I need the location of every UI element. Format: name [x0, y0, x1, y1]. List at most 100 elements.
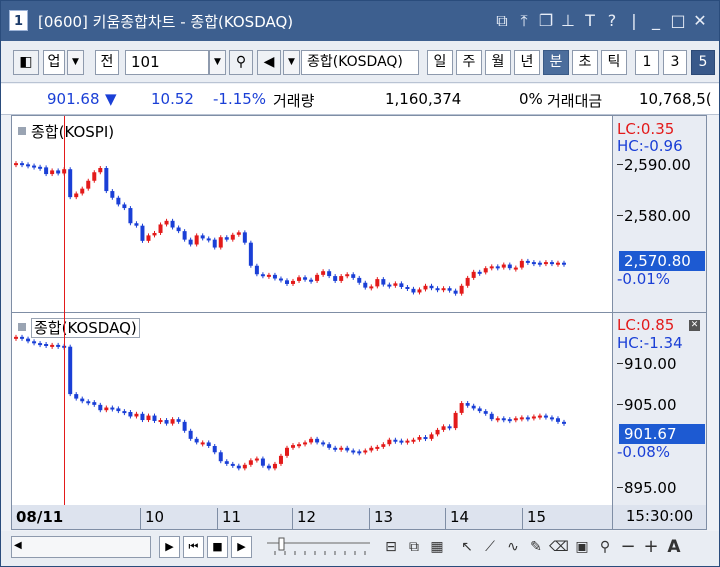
period-minute-button[interactable]: 분	[543, 50, 569, 75]
minimize-icon[interactable]: _	[645, 9, 667, 33]
amount-label: 거래대금	[547, 92, 603, 110]
image-tool-icon[interactable]: ▣	[572, 536, 592, 558]
candle-body	[242, 464, 247, 469]
candle-body	[110, 407, 115, 410]
candle-body	[110, 191, 115, 198]
kospi-label-text: 종합(KOSPI)	[31, 123, 115, 141]
screenshot-icon[interactable]: ⊟	[381, 536, 401, 558]
kospi-plot[interactable]	[12, 116, 612, 312]
down-arrow-icon: ▼	[105, 90, 117, 108]
candle-body	[260, 274, 265, 277]
candle-body	[369, 286, 374, 289]
window-split-icon[interactable]: ⧉	[404, 536, 424, 558]
chart-scrollbar[interactable]: ◀	[11, 536, 151, 558]
candle-body	[134, 223, 139, 226]
candle-body	[176, 419, 181, 422]
candle-body	[212, 239, 217, 248]
interval-3-button[interactable]: 3	[663, 50, 687, 75]
title-bar[interactable]: 1 [0600] 키움종합차트 - 종합(KOSDAQ) ⧉ ⤒ ❐ ⊥ T ?…	[1, 1, 719, 41]
period-month-button[interactable]: 월	[485, 50, 511, 75]
cursor-tool-icon[interactable]: ↖	[457, 536, 477, 558]
candle-body	[537, 415, 542, 418]
stamp-icon[interactable]: ⊥	[557, 9, 579, 33]
step-forward-button[interactable]: ▶	[159, 536, 180, 558]
zoom-in-icon[interactable]: +	[641, 536, 661, 558]
candle-body	[555, 262, 560, 265]
previous-button[interactable]: 전	[95, 50, 119, 75]
candle-body	[68, 169, 73, 198]
stop-button[interactable]: ■	[207, 536, 228, 558]
candle-body	[50, 170, 55, 175]
kosdaq-plot[interactable]	[12, 313, 612, 505]
draw-tool-icon[interactable]: ✎	[526, 536, 546, 558]
kospi-panel-label[interactable]: 종합(KOSPI)	[18, 121, 114, 142]
candle-body	[435, 288, 440, 291]
speaker-icon[interactable]: ◀	[257, 50, 281, 75]
current-time-label: 15:30:00	[612, 505, 706, 529]
scroll-left-icon[interactable]: ◀	[14, 540, 22, 551]
interval-1-button[interactable]: 1	[635, 50, 659, 75]
play-button[interactable]: ▶	[231, 536, 252, 558]
chart-window: 1 [0600] 키움종합차트 - 종합(KOSDAQ) ⧉ ⤒ ❐ ⊥ T ?…	[0, 0, 720, 567]
period-tick-button[interactable]: 틱	[601, 50, 627, 75]
interval-5-button[interactable]: 5	[691, 50, 715, 75]
link-window-icon[interactable]: ⧉	[491, 9, 513, 33]
candle-body	[122, 204, 127, 209]
font-size-icon[interactable]: T	[579, 9, 601, 33]
market-dropdown-icon[interactable]: ▼	[67, 50, 84, 75]
zoom-out-icon[interactable]: −	[618, 536, 638, 558]
candle-body	[170, 419, 175, 424]
candle-body	[92, 402, 97, 405]
candle-body	[453, 412, 458, 429]
candle-body	[182, 231, 187, 240]
period-week-button[interactable]: 주	[456, 50, 482, 75]
search-icon[interactable]: ⚲	[229, 50, 253, 75]
maximize-icon[interactable]: □	[667, 9, 689, 33]
candle-body	[128, 208, 133, 224]
candle-body	[50, 344, 55, 347]
speaker-dropdown-icon[interactable]: ▼	[283, 50, 300, 75]
candle-body	[303, 277, 308, 280]
code-input[interactable]: 101	[125, 50, 209, 75]
candle-body	[122, 411, 127, 414]
trend-line-icon[interactable]: ⟋	[480, 536, 500, 558]
auto-scale-icon[interactable]: A	[664, 536, 684, 558]
kosdaq-panel-label[interactable]: 종합(KOSDAQ)	[18, 317, 140, 338]
symbol-name-field[interactable]: 종합(KOSDAQ)	[301, 50, 419, 75]
candle-body	[200, 442, 205, 445]
candle-body	[218, 452, 223, 462]
candle-body	[56, 170, 61, 174]
candle-body	[375, 279, 380, 287]
magnifier-icon[interactable]: ⚲	[595, 536, 615, 558]
kosdaq-panel[interactable]: 종합(KOSDAQ)	[12, 313, 612, 505]
period-day-button[interactable]: 일	[427, 50, 453, 75]
close-icon[interactable]: ✕	[689, 9, 711, 33]
candle-body	[459, 285, 464, 294]
close-panel-icon[interactable]: ✕	[689, 320, 700, 331]
zoom-slider[interactable]	[265, 537, 375, 559]
candle-body	[284, 280, 289, 284]
pin-top-icon[interactable]: ⤒	[513, 9, 535, 33]
duplicate-window-icon[interactable]: ❐	[535, 9, 557, 33]
chart-area[interactable]: 종합(KOSPI) LC:0.35 HC:-0.96 2,590.00 2,58…	[11, 115, 707, 505]
help-icon[interactable]: ?	[601, 9, 623, 33]
candle-body	[158, 224, 163, 233]
kosdaq-hc-label: HC:-1.34	[617, 334, 683, 352]
code-dropdown-icon[interactable]: ▼	[209, 50, 226, 75]
rewind-button[interactable]: ⏮	[183, 536, 204, 558]
wave-tool-icon[interactable]: ∿	[503, 536, 523, 558]
candle-body	[327, 444, 332, 448]
erase-tool-icon[interactable]: ⌫	[549, 536, 569, 558]
candle-body	[483, 268, 488, 273]
candle-body	[315, 274, 320, 281]
window-title: [0600] 키움종합차트 - 종합(KOSDAQ)	[38, 13, 294, 31]
grid-icon[interactable]: ▦	[427, 536, 447, 558]
panel-toggle-icon[interactable]: ◧	[13, 50, 39, 75]
market-select[interactable]: 업	[43, 50, 65, 75]
kospi-panel[interactable]: 종합(KOSPI)	[12, 116, 612, 312]
kospi-current-pct: -0.01%	[617, 270, 671, 288]
period-year-button[interactable]: 년	[514, 50, 540, 75]
period-second-button[interactable]: 초	[572, 50, 598, 75]
kosdaq-current-pct: -0.08%	[617, 443, 671, 461]
candle-body	[224, 237, 229, 240]
